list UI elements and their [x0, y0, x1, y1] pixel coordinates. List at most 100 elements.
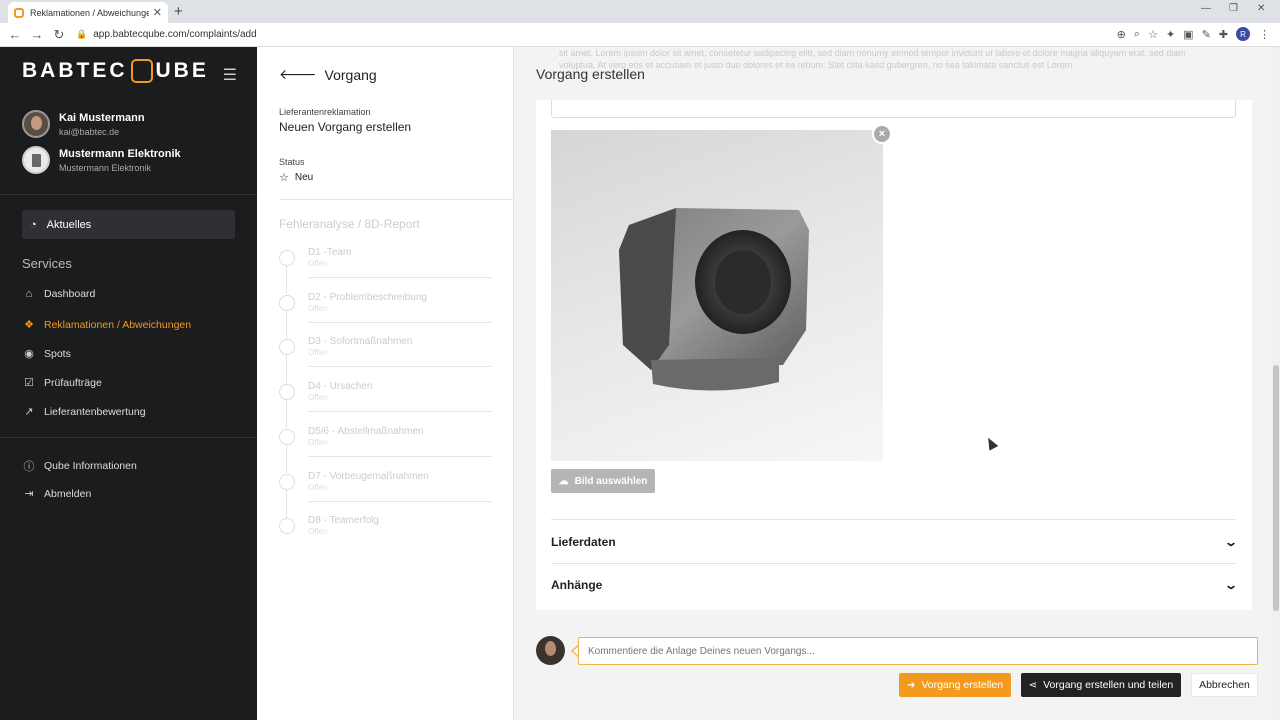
sign-out-icon: ⇥ [24, 488, 34, 500]
back-to-case-link[interactable]: 🡐 Vorgang [279, 66, 377, 83]
step-item[interactable]: D3 - Sofortmaßnahmen Offen [279, 336, 492, 384]
back-icon[interactable]: ← [4, 27, 26, 42]
browser-address-bar: ← → ↻ 🔒 app.babtecqube.com/complaints/ad… [0, 23, 1280, 47]
url-field[interactable]: 🔒 app.babtecqube.com/complaints/add [76, 25, 1096, 44]
sidebar-item-abmelden[interactable]: ⇥ Abmelden [22, 487, 91, 501]
comment-input[interactable] [578, 637, 1258, 665]
status-text: Neu [294, 172, 314, 183]
step-item[interactable]: D7 - Vorbeugemaßnahmen Offen [279, 470, 492, 518]
extension-flag-icon[interactable]: ▣ [1183, 28, 1193, 41]
building-icon [22, 146, 50, 174]
minimize-icon[interactable]: — [1201, 3, 1211, 14]
status-label: Status [279, 157, 305, 167]
sidebar-item-dashboard[interactable]: ⌂ Dashboard [22, 288, 96, 300]
avatar [536, 636, 565, 665]
lock-icon: 🔒 [76, 29, 88, 39]
create-case-button[interactable]: ➜ Vorgang erstellen [899, 673, 1011, 697]
section-divider [551, 563, 1236, 564]
browser-tab-title: Reklamationen / Abweichungen [30, 7, 149, 18]
user-profile[interactable]: Kai Mustermann kai@babtec.de [22, 110, 145, 138]
step-circle-icon [279, 473, 295, 490]
step-connector [286, 444, 287, 473]
step-title: D1 -Team [308, 247, 352, 258]
arrow-left-icon: 🡐 [279, 66, 317, 82]
new-tab-icon[interactable]: + [174, 3, 183, 20]
accordion-anhaenge[interactable]: Anhänge ⌄ [551, 578, 1238, 592]
browser-tab[interactable]: Reklamationen / Abweichungen ✕ [8, 2, 168, 23]
info-icon: ⓘ [23, 461, 35, 473]
sidebar-item-qube-informationen[interactable]: ⓘ Qube Informationen [22, 458, 137, 474]
remove-image-button[interactable]: × [872, 124, 892, 144]
step-divider [308, 277, 492, 278]
step-status: Offen [308, 527, 328, 537]
home-icon: ⌂ [25, 288, 33, 300]
sidebar-item-label: Qube Informationen [44, 460, 137, 472]
zoom-icon[interactable]: ⌕ [1134, 28, 1140, 41]
analysis-heading: Fehleranalyse / 8D-Report [279, 217, 420, 231]
reload-icon[interactable]: ↻ [48, 27, 70, 43]
case-type-label: Lieferantenreklamation [279, 107, 371, 117]
sidebar-item-spots[interactable]: ◉ Spots [22, 347, 71, 361]
create-and-share-label: Vorgang erstellen und teilen [1043, 679, 1174, 691]
restore-icon[interactable]: ❐ [1229, 3, 1238, 14]
scrollbar-thumb[interactable] [1273, 365, 1279, 611]
sidebar-divider [0, 437, 257, 438]
cubes-icon: ❖ [24, 319, 34, 331]
sidebar-item-pruefauftraege[interactable]: ☑ Prüfaufträge [22, 376, 102, 390]
user-name: Kai Mustermann [59, 111, 145, 124]
step-connector [286, 266, 287, 294]
step-title: D8 - Teamerfolg [308, 515, 379, 527]
logo-hexagon-icon [130, 59, 153, 83]
sidebar-item-reklamationen[interactable]: ❖ Reklamationen / Abweichungen [22, 318, 191, 332]
cancel-button[interactable]: Abbrechen [1191, 673, 1258, 697]
hamburger-menu-icon[interactable]: ☰ [223, 65, 237, 85]
step-status: Offen [308, 482, 328, 492]
step-title: D7 - Vorbeugemaßnahmen [308, 470, 429, 482]
part-photo-icon [619, 208, 809, 391]
checkbox-icon: ☑ [24, 377, 34, 389]
main-scrollbar[interactable] [1272, 47, 1280, 720]
step-item[interactable]: D1 -Team Offen [279, 247, 492, 294]
close-tab-icon[interactable]: ✕ [153, 6, 162, 19]
select-image-button[interactable]: ☁ Bild auswählen [551, 469, 655, 493]
company-sub: Mustermann Elektronik [59, 162, 152, 173]
sidebar-item-label: Aktuelles [46, 218, 92, 231]
step-item[interactable]: D5/6 - Abstellmaßnahmen Offen [279, 425, 492, 473]
logo-text-left: BABTEC [22, 59, 128, 82]
browser-menu-icon[interactable]: ⋮ [1259, 28, 1270, 41]
star-icon: ☆ [279, 172, 289, 184]
extension-icon[interactable]: ✦ [1166, 28, 1175, 41]
step-item[interactable]: D2 - Problembeschreibung Offen [279, 292, 492, 339]
install-icon[interactable]: ⊕ [1117, 28, 1126, 41]
step-divider [308, 321, 492, 323]
step-status: Offen [308, 259, 328, 268]
user-avatar [22, 110, 50, 138]
sidebar: BABTEC UBE ☰ Kai Mustermann kai@babtec.d… [0, 47, 257, 720]
step-item[interactable]: D8 - Teamerfolg Offen [279, 515, 492, 560]
company-name: Mustermann Elektronik [59, 147, 181, 160]
text-field-bottom[interactable] [551, 100, 1236, 118]
company-profile[interactable]: Mustermann Elektronik Mustermann Elektro… [22, 146, 181, 174]
sidebar-item-aktuelles[interactable]: ◔ Aktuelles [22, 210, 235, 239]
case-type-value: Neuen Vorgang erstellen [279, 120, 412, 134]
extension-tool-icon[interactable]: ✎ [1202, 28, 1211, 41]
form-card: × ☁ Bild auswählen Lieferdaten ⌄ Anhänge… [536, 100, 1252, 610]
step-title: D5/6 - Abstellmaßnahmen [308, 425, 424, 437]
step-connector [286, 310, 287, 339]
forward-icon[interactable]: → [26, 27, 48, 42]
close-window-icon[interactable]: ✕ [1257, 3, 1265, 14]
user-email: kai@babtec.de [59, 126, 120, 137]
extensions-puzzle-icon[interactable]: ✚ [1219, 28, 1228, 41]
step-circle-icon [279, 339, 295, 356]
sidebar-item-lieferantenbewertung[interactable]: ↗ Lieferantenbewertung [22, 405, 145, 419]
step-status: Offen [308, 303, 328, 313]
background-text: sit amet. Lorem ipsum dolor sit amet, co… [559, 48, 1186, 70]
logo[interactable]: BABTEC UBE [22, 59, 209, 83]
arrow-right-icon: ➜ [906, 679, 916, 691]
create-and-share-button[interactable]: ⋖ Vorgang erstellen und teilen [1021, 673, 1181, 697]
profile-avatar[interactable]: R [1236, 27, 1250, 41]
bookmark-star-icon[interactable]: ☆ [1148, 28, 1158, 41]
step-item[interactable]: D4 - Ursachen Offen [279, 381, 492, 429]
accordion-lieferdaten[interactable]: Lieferdaten ⌄ [551, 535, 1238, 549]
step-divider [308, 366, 492, 368]
